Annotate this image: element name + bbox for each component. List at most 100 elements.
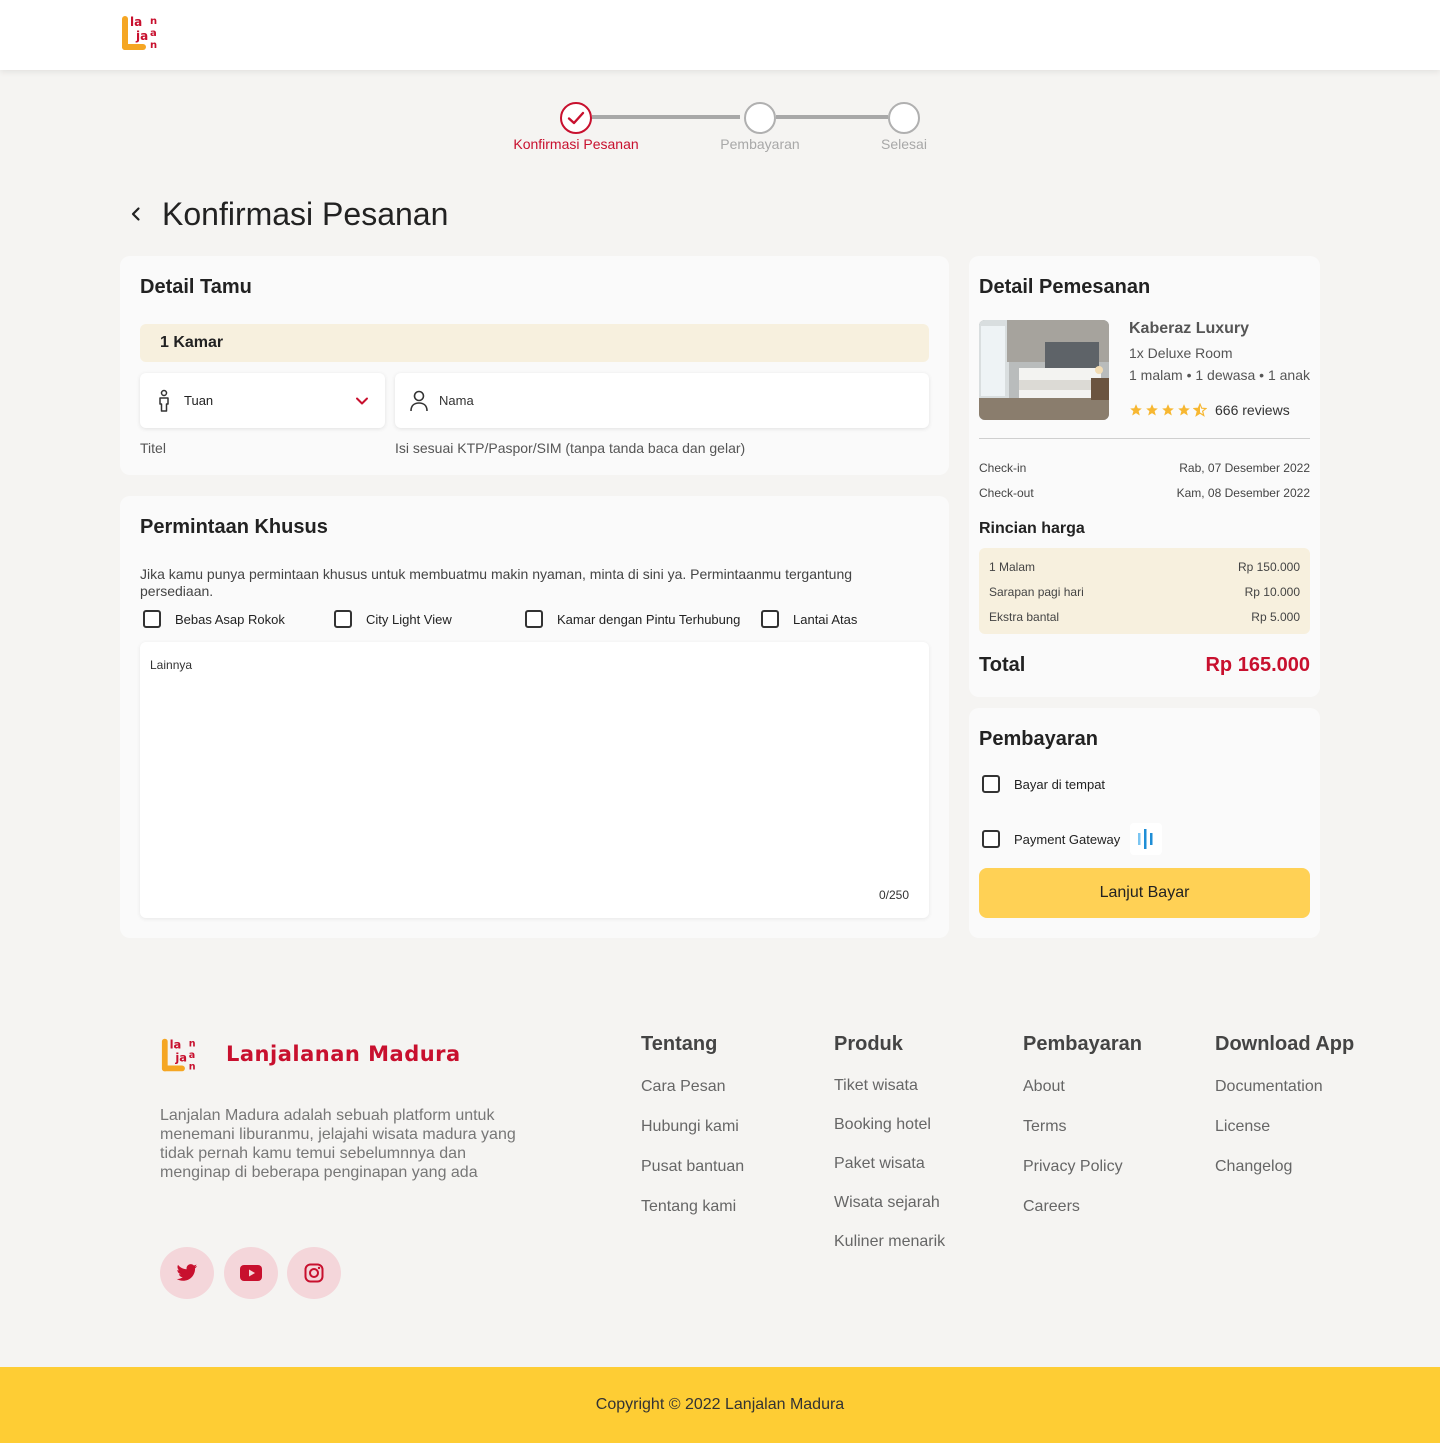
payment-card: Pembayaran Bayar di tempat Payment Gatew… [969, 708, 1320, 938]
checkbox[interactable] [761, 610, 779, 628]
price-breakdown-box: 1 Malam Rp 150.000 Sarapan pagi hari Rp … [979, 548, 1310, 634]
name-input[interactable]: Nama [395, 373, 929, 428]
room-count-bar: 1 Kamar [140, 324, 929, 362]
twitter-icon [176, 1264, 198, 1281]
review-count: 666 reviews [1215, 402, 1290, 418]
hotel-name: Kaberaz Luxury [1129, 320, 1250, 337]
price-row: Sarapan pagi hari Rp 10.000 [989, 585, 1300, 599]
svg-text:n: n [150, 40, 157, 51]
checkbox[interactable] [982, 775, 1000, 793]
svg-text:a: a [150, 28, 157, 39]
svg-text:n: n [150, 16, 157, 27]
step-connector [776, 115, 888, 119]
star-icon [1162, 404, 1174, 416]
svg-text:n: n [189, 1061, 196, 1072]
footer-brand-logo[interactable]: la ja n a n [160, 1032, 206, 1078]
step-2-label: Pembayaran [720, 136, 800, 152]
request-option-label: Lantai Atas [793, 611, 858, 627]
footer-link[interactable]: Terms [1023, 1118, 1067, 1136]
checkbox[interactable] [982, 830, 1000, 848]
payment-gateway-logo-icon [1130, 823, 1163, 855]
payment-option-label: Payment Gateway [1014, 831, 1121, 847]
rating-stars: 666 reviews [1129, 402, 1290, 418]
back-button[interactable] [120, 198, 152, 230]
divider [979, 438, 1310, 439]
step-connector [592, 115, 740, 119]
svg-text:n: n [189, 1038, 196, 1049]
salutation-select[interactable]: Tuan [140, 373, 385, 428]
footer-link[interactable]: Paket wisata [834, 1155, 925, 1173]
footer-column-title: Download App [1215, 1033, 1355, 1055]
step-3-indicator [888, 102, 920, 134]
checkout-value: Kam, 08 Desember 2022 [1176, 486, 1310, 500]
special-requests-description: Jika kamu punya permintaan khusus untuk … [140, 566, 853, 599]
special-requests-card: Permintaan Khusus Jika kamu punya permin… [120, 496, 949, 938]
checkbox[interactable] [525, 610, 543, 628]
continue-payment-button[interactable]: Lanjut Bayar [979, 868, 1310, 918]
char-counter: 0/250 [878, 888, 909, 902]
footer-link[interactable]: Wisata sejarah [834, 1194, 940, 1212]
footer-link[interactable]: About [1023, 1078, 1065, 1096]
payment-option-label: Bayar di tempat [1014, 776, 1106, 792]
footer-link[interactable]: Documentation [1215, 1078, 1323, 1096]
request-option-high-floor[interactable]: Lantai Atas [761, 610, 857, 628]
copyright-text: Copyright © 2022 Lanjalan Madura [595, 1396, 845, 1413]
page-title: Konfirmasi Pesanan [162, 195, 449, 232]
request-option-no-smoking[interactable]: Bebas Asap Rokok [143, 610, 285, 628]
svg-text:ja: ja [174, 1051, 187, 1065]
request-option-label: City Light View [366, 611, 452, 627]
booking-details-card: Detail Pemesanan Kaberaz Luxury 1x Delux… [969, 256, 1320, 697]
footer-brand-name: Lanjalanan Madura [226, 1042, 461, 1066]
footer-link[interactable]: Hubungi kami [641, 1118, 739, 1136]
checkin-value: Rab, 07 Desember 2022 [1179, 461, 1310, 475]
instagram-icon [304, 1263, 324, 1283]
footer-link[interactable]: Privacy Policy [1023, 1158, 1123, 1176]
progress-stepper: Konfirmasi Pesanan Pembayaran Selesai [500, 100, 940, 160]
payment-option-cash[interactable]: Bayar di tempat [982, 775, 1105, 793]
user-icon [410, 390, 428, 411]
footer-link[interactable]: Tiket wisata [834, 1077, 918, 1095]
footer-link[interactable]: Booking hotel [834, 1116, 931, 1134]
step-2-indicator [744, 102, 776, 134]
room-type: 1x Deluxe Room [1129, 345, 1233, 361]
checkbox[interactable] [143, 610, 161, 628]
youtube-icon [240, 1265, 262, 1281]
footer-link[interactable]: Changelog [1215, 1158, 1292, 1176]
youtube-button[interactable] [224, 1247, 278, 1299]
footer-link[interactable]: Careers [1023, 1198, 1080, 1216]
svg-text:ja: ja [135, 29, 148, 43]
price-value: Rp 10.000 [1244, 585, 1300, 599]
footer-link[interactable]: Tentang kami [641, 1198, 736, 1216]
price-label: 1 Malam [989, 560, 1036, 574]
request-option-city-view[interactable]: City Light View [334, 610, 452, 628]
footer-link[interactable]: Kuliner menarik [834, 1233, 945, 1251]
footer-column-title: Produk [834, 1033, 903, 1055]
total-value: Rp 165.000 [1205, 654, 1310, 676]
brand-logo[interactable]: la ja n a n [120, 10, 168, 56]
svg-text:a: a [189, 1050, 195, 1061]
footer-link[interactable]: Cara Pesan [641, 1078, 726, 1096]
star-icon [1130, 404, 1142, 416]
star-icon [1146, 404, 1158, 416]
request-option-label: Bebas Asap Rokok [175, 611, 285, 627]
request-option-connecting-room[interactable]: Kamar dengan Pintu Terhubung [525, 610, 740, 628]
price-label: Sarapan pagi hari [989, 585, 1084, 599]
instagram-button[interactable] [287, 1247, 341, 1299]
price-row: 1 Malam Rp 150.000 [989, 560, 1300, 574]
step-1-indicator [560, 102, 592, 134]
checkin-label: Check-in [979, 461, 1027, 475]
footer-link[interactable]: License [1215, 1118, 1270, 1136]
chevron-down-icon [356, 397, 368, 404]
guest-details-card: Detail Tamu 1 Kamar Tuan Nama Titel Isi … [120, 256, 949, 475]
price-value: Rp 5.000 [1251, 610, 1300, 624]
footer-link[interactable]: Pusat bantuan [641, 1158, 744, 1176]
price-breakdown-title: Rincian harga [979, 520, 1085, 537]
salutation-value: Tuan [184, 393, 214, 408]
name-helper: Isi sesuai KTP/Paspor/SIM (tanpa tanda b… [395, 440, 746, 456]
twitter-button[interactable] [160, 1247, 214, 1299]
payment-option-gateway[interactable]: Payment Gateway [982, 823, 1163, 855]
top-navbar: la ja n a n [0, 0, 1440, 70]
other-request-textarea[interactable]: Lainnya 0/250 [140, 642, 929, 918]
footer-column-title: Pembayaran [1023, 1033, 1142, 1055]
checkbox[interactable] [334, 610, 352, 628]
